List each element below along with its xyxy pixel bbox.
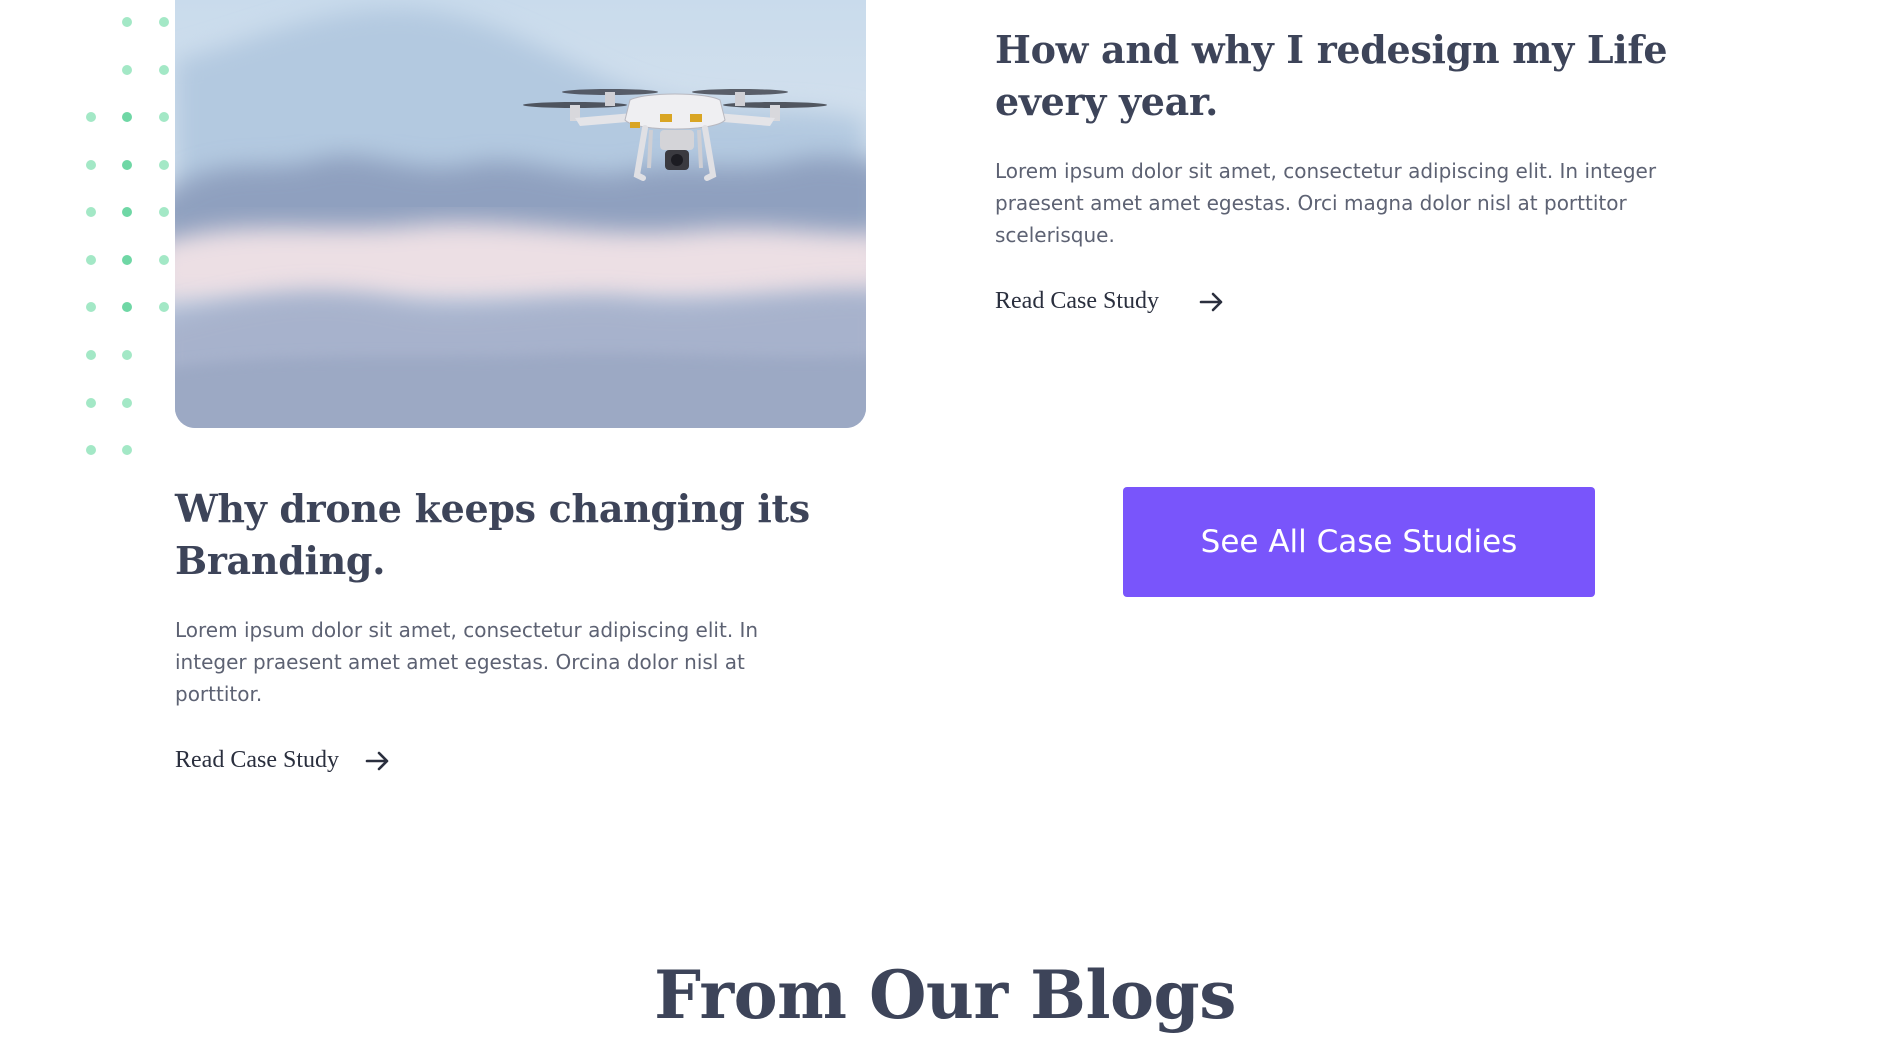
- blogs-section-title: From Our Blogs: [654, 956, 1236, 1034]
- dot: [86, 445, 96, 455]
- arrow-right-icon: [365, 751, 391, 771]
- dot: [159, 112, 169, 122]
- dot: [122, 255, 132, 265]
- dot: [159, 65, 169, 75]
- dot: [159, 302, 169, 312]
- dot: [122, 207, 132, 217]
- drone-photo: [175, 0, 866, 428]
- dot: [122, 302, 132, 312]
- dot: [86, 398, 96, 408]
- dot: [86, 302, 96, 312]
- dot: [122, 445, 132, 455]
- case-study-description: Lorem ipsum dolor sit amet, consectetur …: [175, 618, 759, 706]
- dot: [122, 160, 132, 170]
- dot: [159, 160, 169, 170]
- case-study-title: How and why I redesign my Life every yea…: [995, 27, 1668, 124]
- dot: [159, 207, 169, 217]
- dot: [122, 350, 132, 360]
- case-studies-page: How and why I redesign my Life every yea…: [0, 0, 1890, 1063]
- dot: [122, 65, 132, 75]
- read-case-study-link[interactable]: Read Case Study: [175, 747, 391, 774]
- dot: [159, 255, 169, 265]
- see-all-case-studies-button[interactable]: See All Case Studies: [1123, 487, 1595, 597]
- dot: [122, 112, 132, 122]
- dot: [86, 350, 96, 360]
- dot: [122, 17, 132, 27]
- dot: [86, 160, 96, 170]
- arrow-right-icon: [1199, 292, 1225, 312]
- dot: [86, 255, 96, 265]
- read-case-study-label: Read Case Study: [995, 288, 1159, 314]
- read-case-study-link[interactable]: Read Case Study: [995, 288, 1225, 315]
- dot: [159, 17, 169, 27]
- dot: [86, 207, 96, 217]
- dot: [122, 398, 132, 408]
- case-study-description: Lorem ipsum dolor sit amet, consectetur …: [995, 159, 1657, 247]
- read-case-study-label: Read Case Study: [175, 747, 339, 773]
- dot: [86, 112, 96, 122]
- case-study-title: Why drone keeps changing its Branding.: [175, 486, 810, 583]
